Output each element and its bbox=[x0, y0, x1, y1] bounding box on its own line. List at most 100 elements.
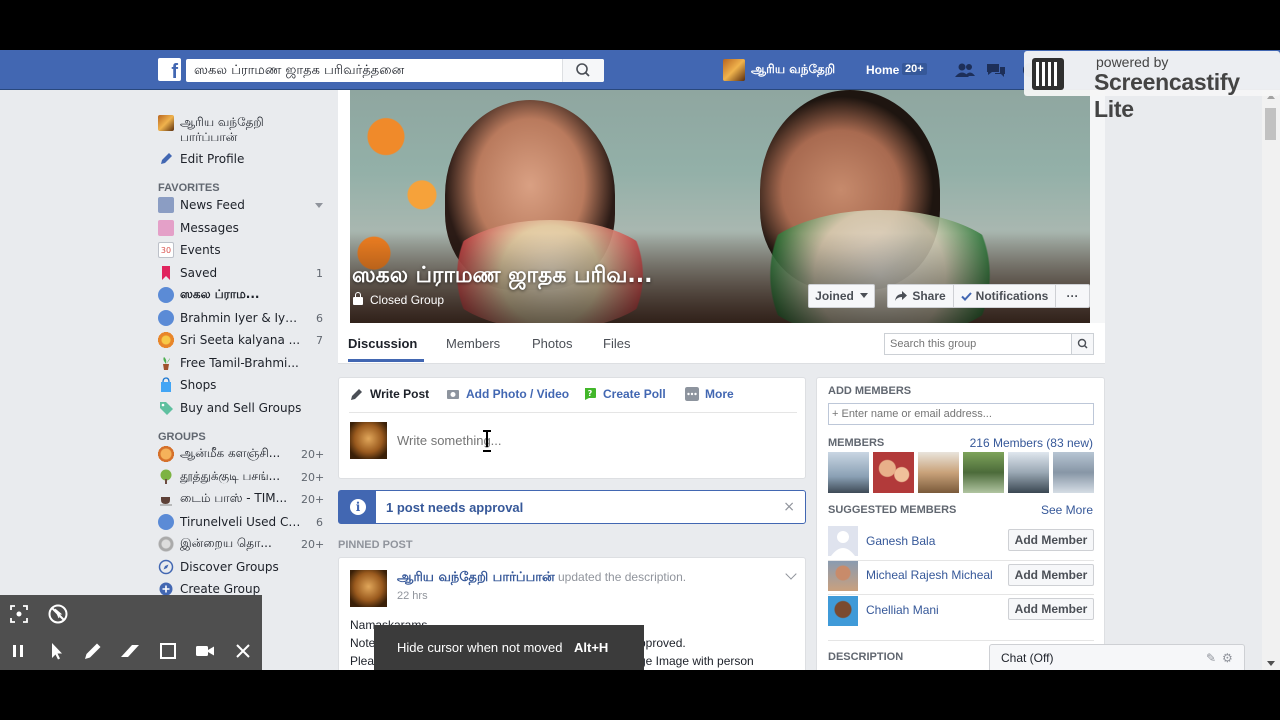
sidebar-item-group[interactable]: ஆன்மீக களஞ்சி... 20+ bbox=[158, 444, 324, 464]
more-options-button[interactable]: ··· bbox=[1055, 284, 1090, 308]
group-title[interactable]: ஸகல ப்ராமண ஜாதக பரிவ... bbox=[352, 263, 652, 291]
add-member-input[interactable] bbox=[829, 404, 1079, 424]
disable-cursor-icon[interactable] bbox=[46, 602, 70, 626]
members-count-link[interactable]: 216 Members (83 new) bbox=[970, 436, 1093, 450]
profile-link[interactable]: ஆரிய வந்தேறி bbox=[723, 58, 835, 82]
more-label: More bbox=[705, 387, 734, 401]
group-privacy: Closed Group bbox=[353, 292, 444, 307]
more-composer-button[interactable]: More bbox=[685, 387, 734, 401]
suggested-member-name[interactable]: Ganesh Bala bbox=[866, 534, 935, 548]
more-dots-icon bbox=[685, 387, 699, 401]
sidebar-item-current-group[interactable]: ஸகல ப்ராம... bbox=[158, 285, 323, 305]
close-icon[interactable]: × bbox=[783, 499, 795, 515]
sidebar-item-group[interactable]: Tirunelveli Used Ca... 6 bbox=[158, 512, 323, 532]
suggested-member-name[interactable]: Micheal Rajesh Micheal bbox=[866, 568, 993, 582]
eraser-icon[interactable] bbox=[118, 639, 142, 663]
scroll-down-icon[interactable] bbox=[1267, 661, 1275, 666]
facebook-logo-icon[interactable]: f bbox=[158, 58, 181, 81]
messages-icon[interactable] bbox=[986, 62, 1006, 78]
add-member-button[interactable]: Add Member bbox=[1008, 598, 1094, 620]
compose-icon[interactable]: ✎ bbox=[1206, 651, 1216, 665]
avatar[interactable] bbox=[828, 526, 858, 556]
add-member-button[interactable]: Add Member bbox=[1008, 564, 1094, 586]
search-button[interactable] bbox=[562, 59, 604, 82]
sidebar-item-saved[interactable]: Saved 1 bbox=[158, 263, 323, 283]
sidebar-item-label: Free Tamil-Brahmi... bbox=[180, 356, 299, 370]
recorder-tooltip: Hide cursor when not moved Alt+H bbox=[374, 625, 644, 670]
groups-header: GROUPS bbox=[158, 431, 206, 443]
sidebar-item-group[interactable]: Sri Seeta kalyana ... 7 bbox=[158, 330, 323, 350]
tab-files[interactable]: Files bbox=[603, 336, 630, 351]
group-search-box bbox=[884, 333, 1094, 355]
member-thumbnail[interactable] bbox=[918, 452, 959, 493]
bookmark-icon bbox=[158, 265, 174, 281]
member-thumbnail[interactable] bbox=[1008, 452, 1049, 493]
create-poll-button[interactable]: ? Create Poll bbox=[583, 387, 666, 401]
post-text-line: Plea bbox=[350, 654, 375, 668]
pending-approval-banner[interactable]: 1 post needs approval × bbox=[338, 490, 806, 524]
notifications-button[interactable]: Notifications bbox=[953, 284, 1056, 308]
sidebar-item-shops[interactable]: Shops bbox=[158, 375, 323, 395]
gear-icon[interactable]: ⚙ bbox=[1222, 651, 1233, 665]
item-count: 20+ bbox=[301, 470, 325, 484]
group-icon bbox=[158, 310, 174, 326]
home-link[interactable]: Home bbox=[866, 63, 899, 77]
search-icon[interactable] bbox=[1071, 334, 1093, 354]
lock-icon bbox=[353, 292, 363, 305]
joined-button[interactable]: Joined bbox=[808, 284, 875, 308]
sidebar-item-group[interactable]: தூத்துக்குடி பசங்... 20+ bbox=[158, 467, 325, 487]
sidebar-item-group[interactable]: டைம் பாஸ் - TIM... 20+ bbox=[158, 489, 324, 509]
sidebar-item-messages[interactable]: Messages bbox=[158, 218, 323, 238]
page-scrollbar[interactable] bbox=[1262, 90, 1280, 670]
member-thumbnail[interactable] bbox=[963, 452, 1004, 493]
dropdown-caret-icon[interactable] bbox=[301, 199, 323, 212]
see-more-link[interactable]: See More bbox=[1041, 503, 1093, 517]
profile-name: ஆரிய வந்தேறி bbox=[751, 62, 836, 76]
share-button[interactable]: Share bbox=[887, 284, 954, 308]
pause-icon[interactable] bbox=[6, 639, 30, 663]
pointer-icon[interactable] bbox=[44, 639, 68, 663]
post-author[interactable]: ஆரிய வந்தேறி பார்ப்பான் bbox=[397, 570, 555, 585]
avatar bbox=[158, 115, 174, 131]
group-search-input[interactable] bbox=[885, 334, 1065, 354]
sidebar-item-news-feed[interactable]: News Feed bbox=[158, 195, 323, 215]
tab-discussion[interactable]: Discussion bbox=[348, 336, 417, 351]
chevron-down-icon[interactable] bbox=[785, 568, 797, 580]
friend-requests-icon[interactable] bbox=[955, 62, 975, 78]
compass-icon bbox=[158, 559, 174, 575]
sidebar-item-label: ஆன்மீக களஞ்சி... bbox=[180, 446, 281, 460]
close-icon[interactable] bbox=[231, 639, 255, 663]
search-input[interactable] bbox=[186, 59, 556, 82]
webcam-icon[interactable] bbox=[193, 639, 217, 663]
sidebar-item-edit-profile[interactable]: Edit Profile bbox=[158, 149, 323, 169]
sidebar-item-group[interactable]: இன்றைய தொ... 20+ bbox=[158, 534, 324, 554]
sidebar-item-page[interactable]: Free Tamil-Brahmi... bbox=[158, 353, 323, 373]
chat-bar[interactable]: Chat (Off) ✎ ⚙ bbox=[989, 644, 1245, 670]
member-thumbnail[interactable] bbox=[1053, 452, 1094, 493]
avatar[interactable] bbox=[350, 570, 387, 607]
approval-text[interactable]: 1 post needs approval bbox=[386, 500, 523, 515]
post-timestamp[interactable]: 22 hrs bbox=[397, 590, 428, 602]
focus-mode-icon[interactable] bbox=[7, 602, 31, 626]
share-label: Share bbox=[912, 289, 946, 303]
sidebar-item-buy-sell[interactable]: Buy and Sell Groups bbox=[158, 398, 323, 418]
add-member-button[interactable]: Add Member bbox=[1008, 529, 1094, 551]
pen-icon[interactable] bbox=[81, 639, 105, 663]
description-header: DESCRIPTION bbox=[828, 651, 904, 663]
tab-members[interactable]: Members bbox=[446, 336, 500, 351]
sidebar-item-events[interactable]: 30 Events bbox=[158, 240, 323, 260]
add-photo-video-button[interactable]: Add Photo / Video bbox=[446, 387, 569, 401]
post-text-input[interactable] bbox=[397, 433, 777, 448]
sidebar-item-group[interactable]: Brahmin Iyer & Iyen... 6 bbox=[158, 308, 323, 328]
suggested-member-name[interactable]: Chelliah Mani bbox=[866, 603, 939, 617]
post-action: updated the description. bbox=[554, 570, 687, 584]
member-thumbnail[interactable] bbox=[828, 452, 869, 493]
member-thumbnail[interactable] bbox=[873, 452, 914, 493]
avatar[interactable] bbox=[828, 561, 858, 591]
sidebar-item-discover-groups[interactable]: Discover Groups bbox=[158, 557, 323, 577]
tab-photos[interactable]: Photos bbox=[532, 336, 572, 351]
flower-icon bbox=[158, 332, 174, 348]
write-post-button[interactable]: Write Post bbox=[350, 387, 429, 401]
rectangle-icon[interactable] bbox=[156, 639, 180, 663]
avatar[interactable] bbox=[828, 596, 858, 626]
